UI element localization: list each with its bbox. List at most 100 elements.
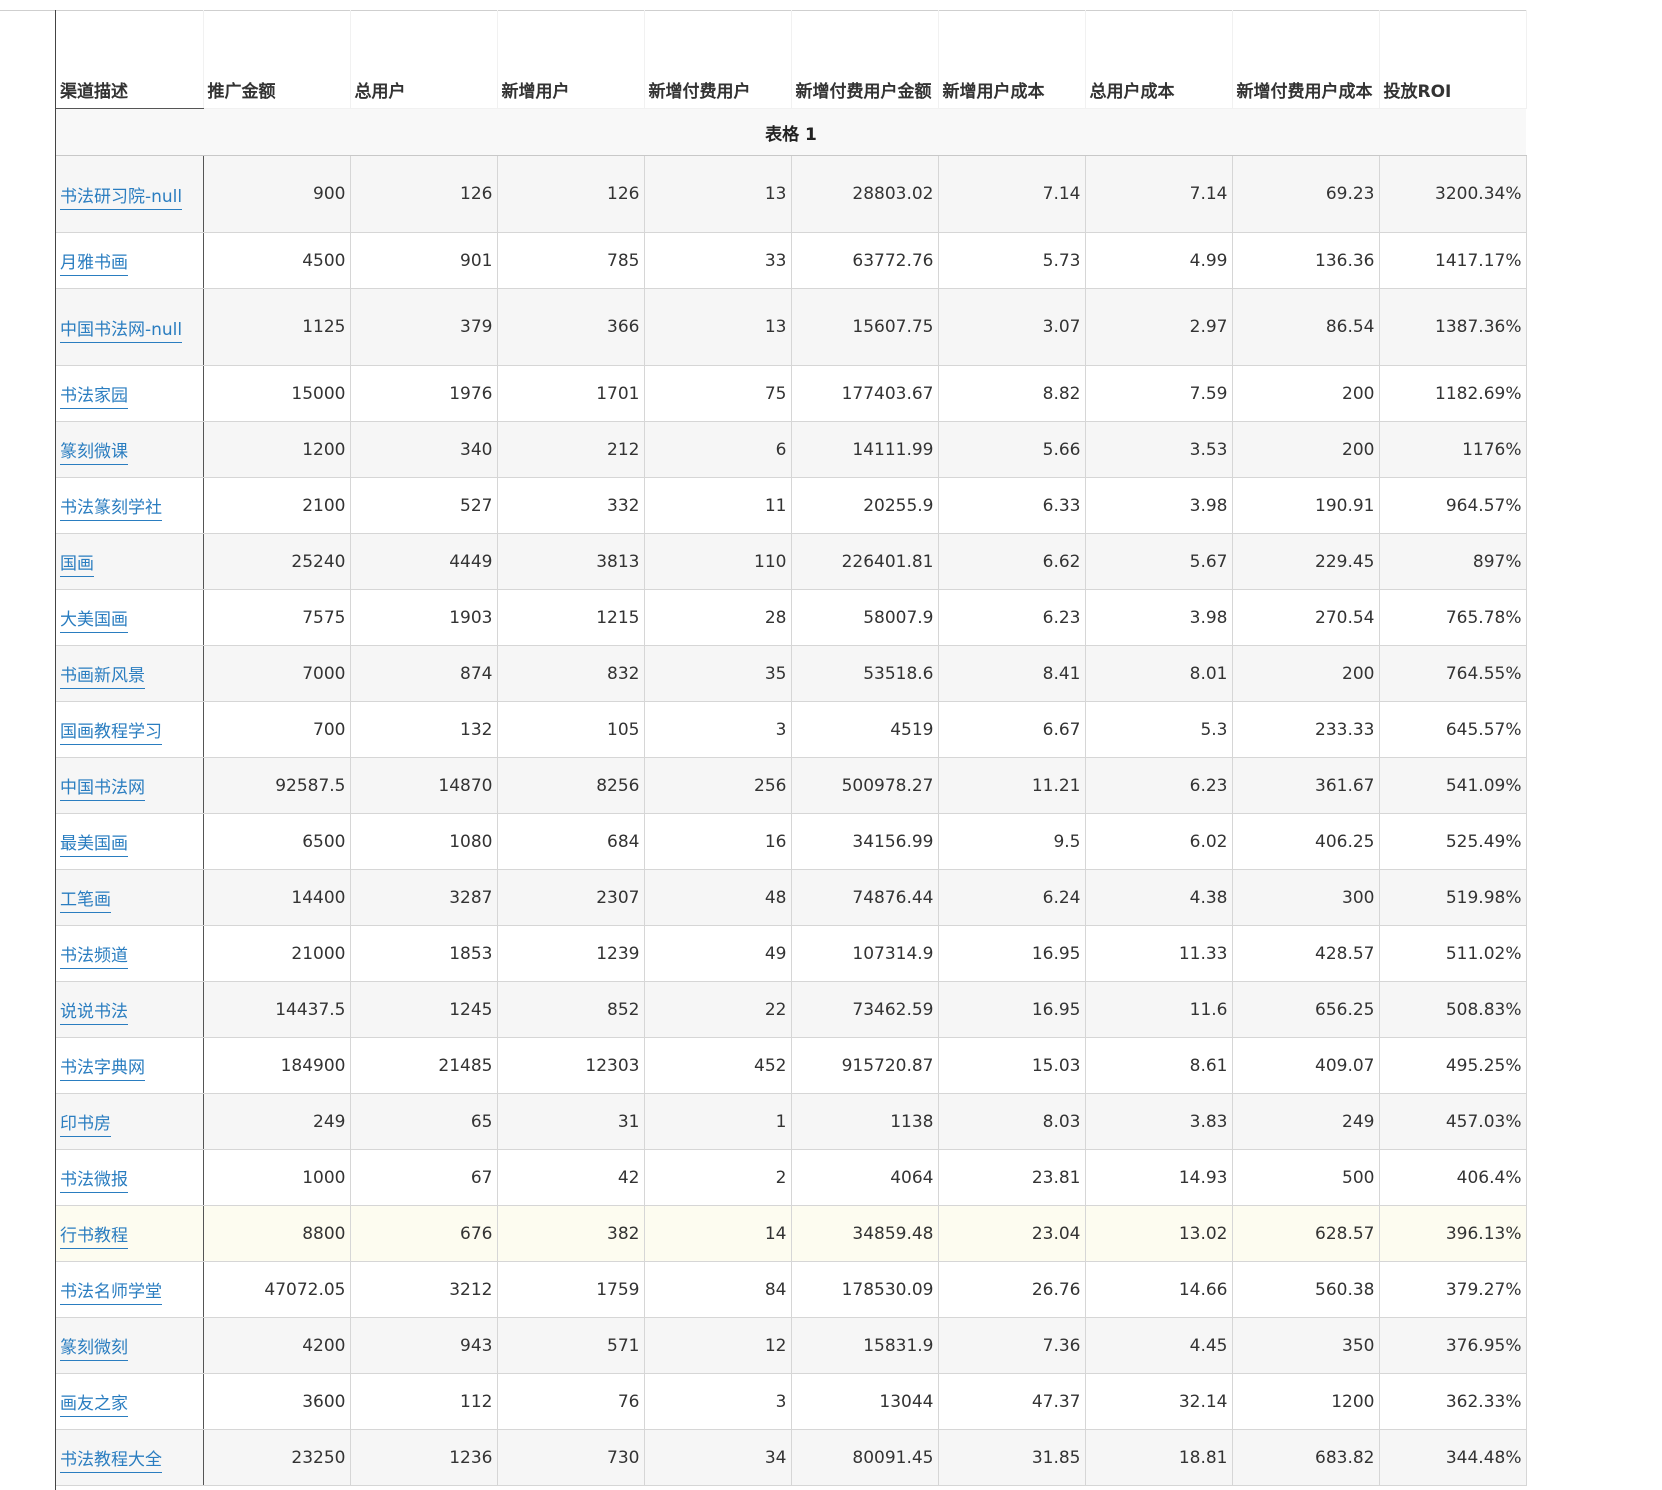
cell-new-users[interactable]: 212 [497,421,645,478]
cell-total-user-cost[interactable]: 14.66 [1085,1261,1233,1318]
cell-total-user-cost[interactable]: 18.81 [1085,1429,1233,1486]
cell-spend[interactable]: 8800 [203,1205,351,1262]
cell-new-user-cost[interactable]: 3.07 [938,288,1086,366]
cell-spend[interactable]: 2100 [203,477,351,534]
cell-total-users[interactable]: 1903 [350,589,498,646]
table-row[interactable]: 国画 25240 4449 3813 110 226401.81 6.62 5.67 229.4… [56,533,1527,590]
cell-new-user-cost[interactable]: 11.21 [938,757,1086,814]
channel-link[interactable]: 篆刻微刻 [60,1338,128,1361]
cell-total-user-cost[interactable]: 4.99 [1085,232,1233,289]
cell-roi[interactable]: 1182.69% [1379,365,1527,422]
table-row[interactable]: 行书教程 8800 676 382 14 34859.48 23.04 13.02 628.57… [56,1205,1527,1262]
cell-new-paid-amount[interactable]: 1138 [791,1093,939,1150]
cell-total-users[interactable]: 379 [350,288,498,366]
header-new-paid-user-cost[interactable]: 新增付费用户成本 [1232,10,1380,109]
cell-new-user-cost[interactable]: 6.33 [938,477,1086,534]
cell-new-paid-amount[interactable]: 915720.87 [791,1037,939,1094]
cell-channel[interactable]: 书法家园 [56,365,204,422]
cell-new-paid-users[interactable]: 75 [644,365,792,422]
cell-total-users[interactable]: 4449 [350,533,498,590]
cell-new-paid-user-cost[interactable]: 500 [1232,1149,1380,1206]
cell-spend[interactable]: 700 [203,701,351,758]
cell-roi[interactable]: 645.57% [1379,701,1527,758]
table-row[interactable]: 书法名师学堂 47072.05 3212 1759 84 178530.09 26.76 14… [56,1261,1527,1318]
cell-channel[interactable]: 工笔画 [56,869,204,926]
channel-link[interactable]: 行书教程 [60,1226,128,1249]
cell-new-paid-amount[interactable]: 15607.75 [791,288,939,366]
cell-new-user-cost[interactable]: 15.03 [938,1037,1086,1094]
cell-total-user-cost[interactable]: 2.97 [1085,288,1233,366]
header-roi[interactable]: 投放ROI [1379,10,1527,109]
table-row[interactable]: 大美国画 7575 1903 1215 28 58007.9 6.23 3.98 270.54 7… [56,589,1527,646]
cell-channel[interactable]: 书画新风景 [56,645,204,702]
cell-new-paid-users[interactable]: 3 [644,1373,792,1430]
cell-new-paid-amount[interactable]: 53518.6 [791,645,939,702]
cell-channel[interactable]: 书法教程大全 [56,1429,204,1486]
cell-channel[interactable]: 书法研习院-null [56,155,204,233]
cell-total-user-cost[interactable]: 11.6 [1085,981,1233,1038]
cell-new-user-cost[interactable]: 6.23 [938,589,1086,646]
cell-new-paid-amount[interactable]: 178530.09 [791,1261,939,1318]
header-channel[interactable]: 渠道描述 [56,10,204,109]
cell-new-paid-users[interactable]: 256 [644,757,792,814]
cell-total-users[interactable]: 112 [350,1373,498,1430]
cell-total-users[interactable]: 132 [350,701,498,758]
cell-roi[interactable]: 344.48% [1379,1429,1527,1486]
cell-new-paid-users[interactable]: 2 [644,1149,792,1206]
cell-new-user-cost[interactable]: 8.03 [938,1093,1086,1150]
header-new-user-cost[interactable]: 新增用户成本 [938,10,1086,109]
cell-spend[interactable]: 15000 [203,365,351,422]
table-row[interactable]: 书法研习院-null 900 126 126 13 28803.02 7.14 7.14 69.… [56,155,1527,233]
cell-new-paid-user-cost[interactable]: 560.38 [1232,1261,1380,1318]
cell-new-paid-users[interactable]: 6 [644,421,792,478]
channel-link[interactable]: 国画教程学习 [60,722,162,745]
cell-new-paid-user-cost[interactable]: 270.54 [1232,589,1380,646]
cell-new-paid-user-cost[interactable]: 428.57 [1232,925,1380,982]
cell-new-user-cost[interactable]: 5.73 [938,232,1086,289]
cell-total-user-cost[interactable]: 11.33 [1085,925,1233,982]
cell-total-user-cost[interactable]: 4.45 [1085,1317,1233,1374]
cell-new-user-cost[interactable]: 31.85 [938,1429,1086,1486]
cell-new-users[interactable]: 1701 [497,365,645,422]
cell-new-users[interactable]: 31 [497,1093,645,1150]
cell-new-paid-users[interactable]: 110 [644,533,792,590]
channel-link[interactable]: 书法篆刻学社 [60,498,162,521]
cell-roi[interactable]: 376.95% [1379,1317,1527,1374]
cell-new-paid-user-cost[interactable]: 86.54 [1232,288,1380,366]
cell-roi[interactable]: 541.09% [1379,757,1527,814]
cell-new-users[interactable]: 1215 [497,589,645,646]
table-row[interactable]: 书法微报 1000 67 42 2 4064 23.81 14.93 500 406.4% [56,1149,1527,1206]
channel-link[interactable]: 大美国画 [60,610,128,633]
cell-new-paid-users[interactable]: 452 [644,1037,792,1094]
cell-new-user-cost[interactable]: 16.95 [938,925,1086,982]
cell-new-user-cost[interactable]: 9.5 [938,813,1086,870]
cell-total-user-cost[interactable]: 6.02 [1085,813,1233,870]
cell-new-paid-user-cost[interactable]: 350 [1232,1317,1380,1374]
cell-new-paid-user-cost[interactable]: 136.36 [1232,232,1380,289]
cell-total-user-cost[interactable]: 3.53 [1085,421,1233,478]
cell-channel[interactable]: 中国书法网-null [56,288,204,366]
cell-new-paid-users[interactable]: 28 [644,589,792,646]
table-row[interactable]: 工笔画 14400 3287 2307 48 74876.44 6.24 4.38 300 519… [56,869,1527,926]
cell-new-paid-user-cost[interactable]: 1200 [1232,1373,1380,1430]
cell-total-users[interactable]: 21485 [350,1037,498,1094]
cell-spend[interactable]: 14400 [203,869,351,926]
cell-new-user-cost[interactable]: 7.14 [938,155,1086,233]
cell-spend[interactable]: 23250 [203,1429,351,1486]
cell-spend[interactable]: 249 [203,1093,351,1150]
cell-new-paid-amount[interactable]: 4064 [791,1149,939,1206]
cell-total-users[interactable]: 901 [350,232,498,289]
cell-spend[interactable]: 25240 [203,533,351,590]
cell-total-user-cost[interactable]: 8.01 [1085,645,1233,702]
header-total-users[interactable]: 总用户 [350,10,498,109]
cell-new-users[interactable]: 852 [497,981,645,1038]
cell-new-paid-users[interactable]: 33 [644,232,792,289]
cell-new-users[interactable]: 571 [497,1317,645,1374]
cell-spend[interactable]: 14437.5 [203,981,351,1038]
table-row[interactable]: 国画教程学习 700 132 105 3 4519 6.67 5.3 233.33 645.57% [56,701,1527,758]
cell-new-user-cost[interactable]: 8.82 [938,365,1086,422]
cell-new-paid-users[interactable]: 13 [644,155,792,233]
table-row[interactable]: 印书房 249 65 31 1 1138 8.03 3.83 249 457.03% [56,1093,1527,1150]
cell-channel[interactable]: 国画 [56,533,204,590]
cell-spend[interactable]: 7575 [203,589,351,646]
